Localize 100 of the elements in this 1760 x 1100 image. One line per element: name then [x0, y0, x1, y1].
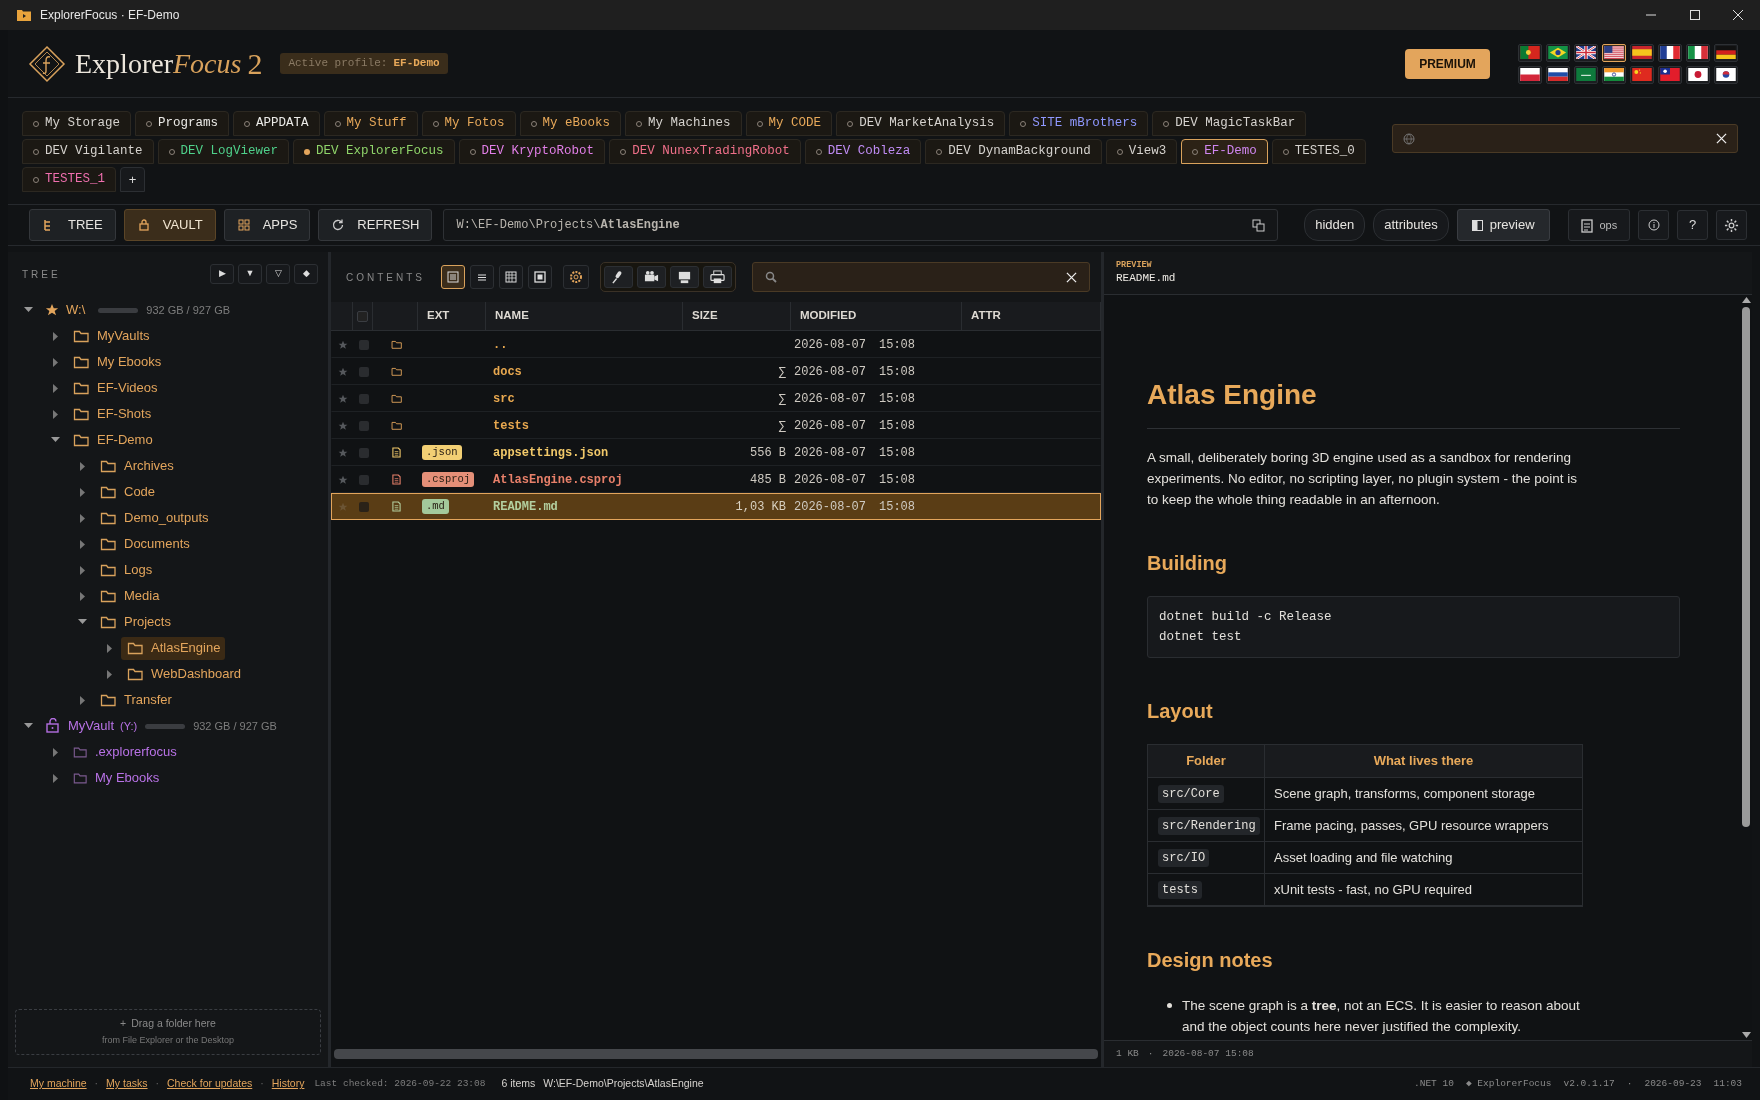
scroll-up-icon[interactable] — [1741, 297, 1751, 303]
select-all-checkbox[interactable] — [357, 310, 368, 322]
flag-icon[interactable] — [1688, 68, 1708, 81]
file-row[interactable]: .. 2026-08-07 15:08 — [331, 331, 1101, 358]
expand-arrow-icon[interactable] — [78, 565, 87, 575]
flag-icon[interactable] — [1604, 46, 1624, 59]
flag-icon[interactable] — [1548, 68, 1568, 81]
expand-arrow-icon[interactable] — [78, 539, 87, 549]
tab[interactable]: Programs — [135, 111, 230, 136]
tab[interactable]: My Fotos — [421, 111, 516, 136]
file-row[interactable]: src ∑ 2026-08-07 15:08 — [331, 385, 1101, 412]
tree-item[interactable]: Code — [94, 480, 161, 504]
flag-icon[interactable] — [1716, 68, 1736, 81]
help-button[interactable]: ? — [1677, 210, 1709, 240]
row-checkbox[interactable] — [359, 339, 369, 350]
toggle-button[interactable]: attributes — [1373, 209, 1449, 241]
tab[interactable]: DEV KryptoRobot — [458, 139, 606, 164]
tree-item[interactable]: EF-Demo — [67, 428, 158, 452]
path-field[interactable]: W:\EF-Demo\Projects\AtlasEngine — [443, 209, 1278, 241]
tree-item[interactable]: Demo_outputs — [94, 506, 214, 530]
flag-icon[interactable] — [1576, 46, 1596, 59]
search-field[interactable] — [752, 262, 1090, 292]
toolbar-button[interactable]: REFRESH — [318, 209, 433, 241]
maximize-icon[interactable] — [1689, 9, 1701, 21]
expand-arrow-icon[interactable] — [51, 409, 60, 419]
toggle-button[interactable]: hidden — [1304, 209, 1366, 241]
tree-control-button[interactable]: ▼ — [238, 264, 262, 284]
tab[interactable]: EF-Demo — [1181, 139, 1268, 164]
tree-item[interactable]: My Ebooks — [67, 350, 167, 374]
toolbar-button[interactable]: VAULT — [123, 209, 216, 241]
row-checkbox[interactable] — [359, 447, 369, 458]
tab[interactable]: DEV DynamBackground — [925, 139, 1102, 164]
view-button[interactable] — [528, 265, 552, 289]
flag-icon[interactable] — [1520, 68, 1540, 81]
expand-arrow-icon[interactable] — [78, 695, 87, 705]
flag-icon[interactable] — [1660, 46, 1680, 59]
tab[interactable]: My CODE — [745, 111, 833, 136]
file-row[interactable]: .json appsettings.json 556 B 2026-08-07 15:08 — [331, 439, 1101, 466]
row-checkbox[interactable] — [359, 501, 369, 512]
tab[interactable]: TESTES_0 — [1271, 139, 1366, 164]
tab[interactable]: APPDATA — [233, 111, 320, 136]
device-button[interactable] — [670, 266, 699, 288]
scrollbar[interactable] — [334, 1049, 1098, 1059]
flag-icon[interactable] — [1548, 46, 1568, 59]
file-row[interactable]: .md README.md 1,03 KB 2026-08-07 15:08 — [331, 493, 1101, 520]
expand-arrow-icon[interactable] — [51, 383, 60, 393]
tree-control-button[interactable]: ▽ — [266, 264, 290, 284]
collapse-arrow-icon[interactable] — [24, 305, 33, 315]
tree-item[interactable]: .explorerfocus — [67, 740, 182, 764]
toggle-button[interactable]: preview — [1456, 209, 1550, 241]
close-icon[interactable] — [1066, 271, 1077, 283]
expand-arrow-icon[interactable] — [51, 357, 60, 367]
settings-button[interactable] — [563, 265, 589, 289]
settings-button[interactable] — [1716, 210, 1747, 240]
toolbar-button[interactable]: APPS — [223, 209, 311, 241]
tree-item[interactable]: Projects — [94, 610, 176, 634]
row-checkbox[interactable] — [359, 366, 369, 377]
expand-arrow-icon[interactable] — [78, 513, 87, 523]
tab[interactable]: My Machines — [625, 111, 742, 136]
tree-item[interactable]: W:\ — [40, 298, 91, 322]
toolbar-button[interactable]: TREE — [29, 209, 116, 241]
tab[interactable]: My Storage — [22, 111, 131, 136]
row-checkbox[interactable] — [359, 393, 369, 404]
add-tab-button[interactable]: + — [120, 167, 145, 192]
tree-item[interactable]: WebDashboard — [121, 662, 247, 686]
tree-item[interactable]: EF-Videos — [67, 376, 163, 400]
tree-control-button[interactable]: ▶ — [210, 264, 234, 284]
expand-arrow-icon[interactable] — [78, 591, 87, 601]
tree-item[interactable]: EF-Shots — [67, 402, 157, 426]
tree-item[interactable]: My Ebooks — [67, 766, 165, 790]
file-row[interactable]: docs ∑ 2026-08-07 15:08 — [331, 358, 1101, 385]
row-checkbox[interactable] — [359, 420, 369, 431]
expand-arrow-icon[interactable] — [105, 669, 114, 679]
close-icon[interactable] — [1732, 9, 1744, 21]
column-header[interactable]: ATTR — [962, 302, 1101, 330]
tree-item[interactable]: MyVaults — [67, 324, 155, 348]
device-button[interactable] — [604, 266, 633, 288]
status-link[interactable]: History — [271, 1076, 305, 1092]
flag-icon[interactable] — [1576, 68, 1596, 81]
tree-item[interactable]: Media — [94, 584, 165, 608]
tree-item[interactable]: Transfer — [94, 688, 177, 712]
tab[interactable]: DEV MarketAnalysis — [836, 111, 1006, 136]
ops-button[interactable]: ops — [1568, 209, 1631, 241]
status-link[interactable]: My tasks — [106, 1076, 148, 1092]
tree-item[interactable]: Archives — [94, 454, 179, 478]
tab-filter-field[interactable] — [1392, 124, 1738, 153]
tab[interactable]: DEV LogViewer — [157, 139, 290, 164]
close-icon[interactable] — [1716, 133, 1727, 144]
tree-item[interactable]: Documents — [94, 532, 195, 556]
collapse-arrow-icon[interactable] — [78, 617, 87, 627]
copy-icon[interactable] — [1251, 218, 1265, 232]
tab[interactable]: My eBooks — [519, 111, 622, 136]
column-header[interactable]: MODIFIED — [791, 302, 962, 330]
column-header[interactable]: SIZE — [683, 302, 791, 330]
view-button[interactable] — [499, 265, 523, 289]
expand-arrow-icon[interactable] — [78, 461, 87, 471]
scroll-down-icon[interactable] — [1741, 1032, 1751, 1038]
status-link[interactable]: Check for updates — [167, 1076, 253, 1092]
expand-arrow-icon[interactable] — [51, 331, 60, 341]
collapse-arrow-icon[interactable] — [51, 435, 60, 445]
